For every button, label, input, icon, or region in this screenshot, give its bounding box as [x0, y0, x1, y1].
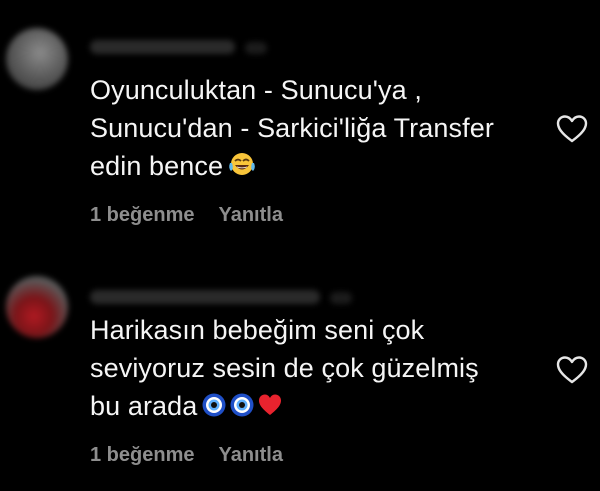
comment-actions: 1 beğenme Yanıtla [90, 204, 283, 227]
red-heart-icon [259, 394, 282, 415]
heart-outline-icon [556, 115, 588, 143]
timestamp-blurred [245, 42, 267, 54]
evil-eye-icon [230, 393, 254, 417]
comment-text-line: edin bence [90, 147, 540, 185]
avatar[interactable] [6, 28, 68, 90]
comment-text-line: Oyunculuktan - Sunucu'ya , [90, 75, 422, 105]
laughing-tears-emoji-icon [229, 153, 255, 175]
comment-text-line: seviyoruz sesin de çok güzelmiş [90, 353, 479, 383]
comment-text-line-content: bu arada [90, 391, 198, 421]
reply-button[interactable]: Yanıtla [218, 204, 282, 226]
avatar[interactable] [6, 276, 68, 338]
username-blurred[interactable] [90, 40, 235, 54]
likes-count[interactable]: 1 beğenme [90, 444, 194, 466]
comment-actions: 1 beğenme Yanıtla [90, 444, 283, 467]
comment-text: Oyunculuktan - Sunucu'ya , Sunucu'dan - … [90, 71, 540, 185]
comment-text: Harikasın bebeğim seni çok seviyoruz ses… [90, 311, 540, 425]
timestamp-blurred [330, 292, 352, 304]
comment-text-line-content: edin bence [90, 151, 224, 181]
like-button[interactable] [555, 354, 589, 386]
like-button[interactable] [555, 113, 589, 145]
comment-text-line: bu arada [90, 387, 540, 425]
reply-button[interactable]: Yanıtla [218, 444, 282, 466]
heart-outline-icon [556, 356, 588, 384]
comment-text-line: Sunucu'dan - Sarkici'liğa Transfer [90, 113, 494, 143]
username-blurred[interactable] [90, 290, 320, 304]
evil-eye-icon [202, 393, 226, 417]
comment-text-line: Harikasın bebeğim seni çok [90, 315, 425, 345]
likes-count[interactable]: 1 beğenme [90, 204, 194, 226]
